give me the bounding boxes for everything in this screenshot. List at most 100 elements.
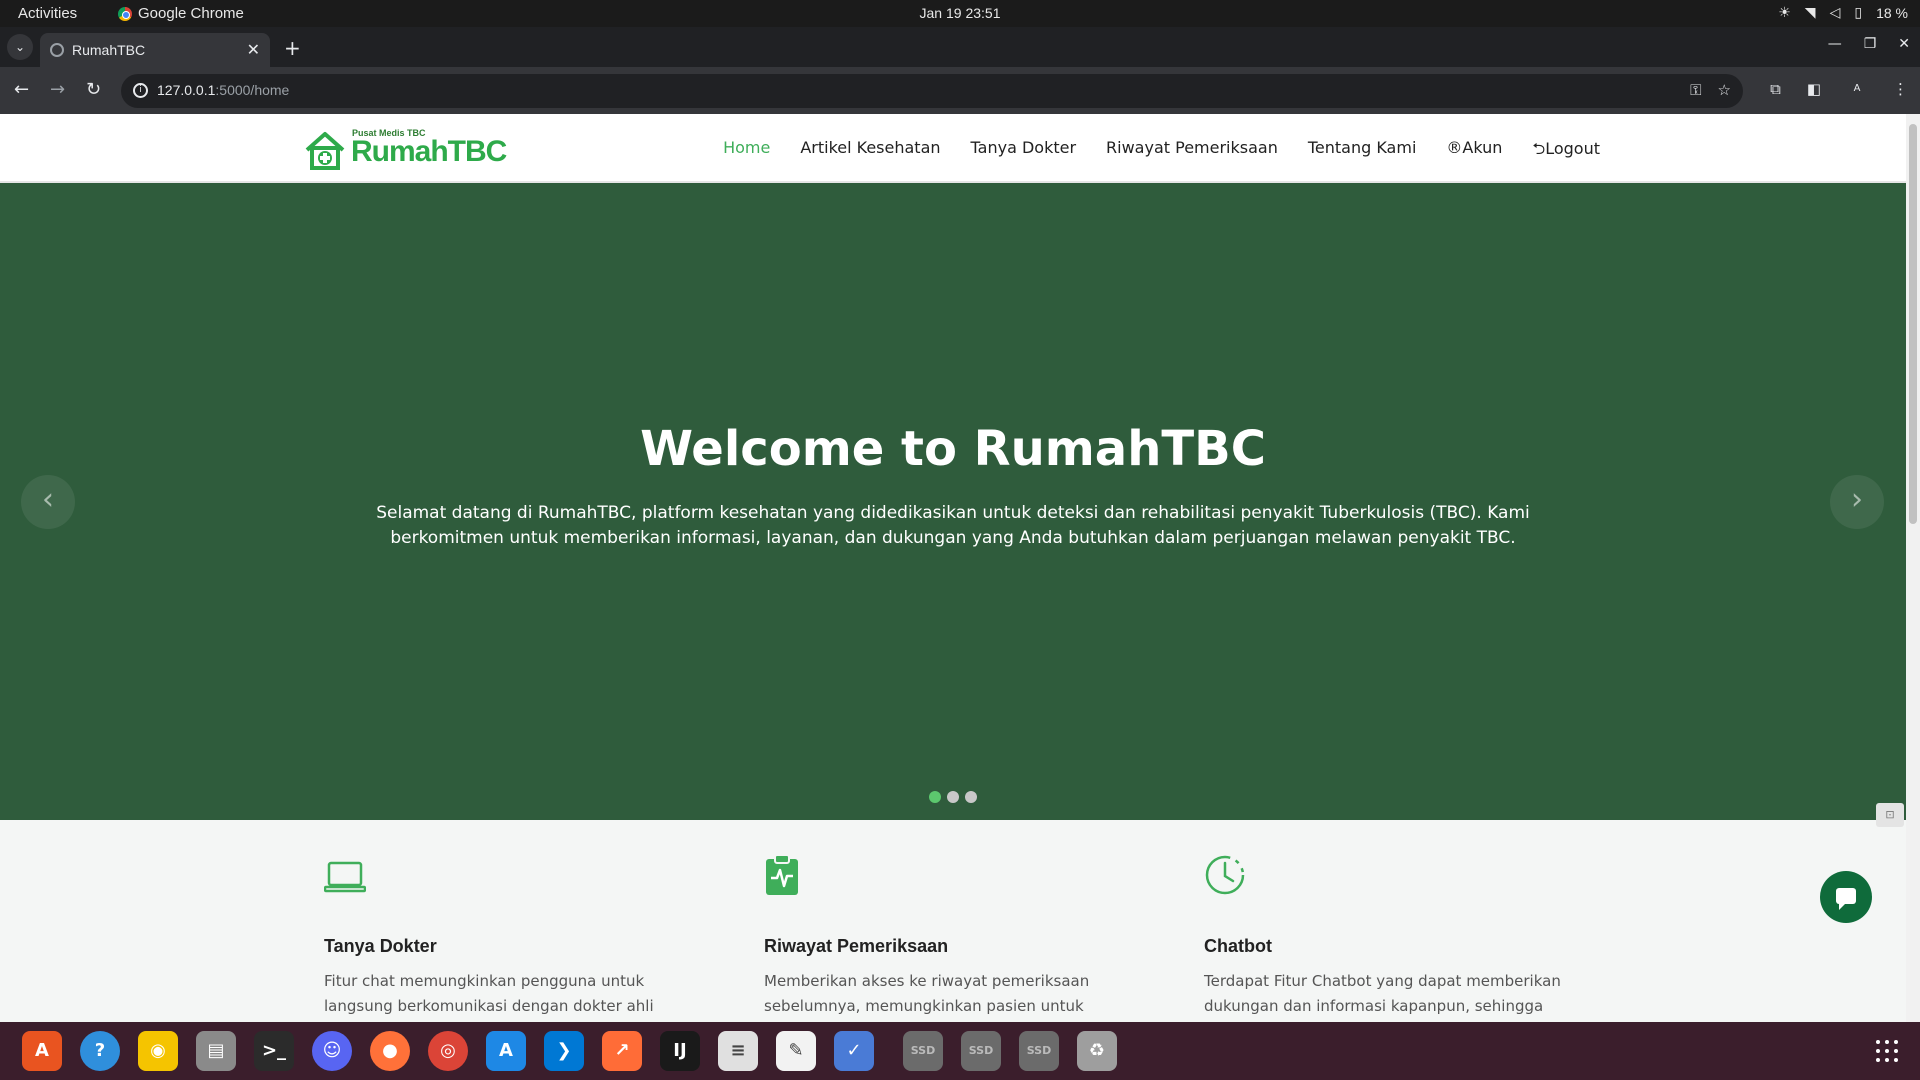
house-cross-icon [305, 132, 345, 170]
bookmark-star-icon[interactable]: ☆ [1718, 81, 1731, 99]
close-tab-icon[interactable]: ✕ [247, 40, 260, 60]
chat-bubble-icon [1836, 888, 1856, 910]
apps-grid-dot [1894, 1049, 1898, 1053]
feature-title: Riwayat Pemeriksaan [764, 936, 949, 956]
features-section: Tanya Dokter Fitur chat memungkinkan pen… [0, 820, 1906, 1022]
carousel-dot-1[interactable] [929, 791, 941, 803]
chat-button[interactable] [1820, 871, 1872, 923]
nav-about[interactable]: Tentang Kami [1308, 138, 1417, 165]
rhythmbox-icon[interactable]: ◉ [138, 1031, 178, 1071]
trash-icon[interactable]: ♻ [1077, 1031, 1117, 1071]
wifi-icon: ◥ [1804, 4, 1816, 20]
apps-grid-dot [1876, 1049, 1880, 1053]
site-header: Pusat Medis TBC RumahTBC Home Artikel Ke… [0, 114, 1906, 183]
new-tab-button[interactable]: + [284, 36, 301, 60]
apps-grid-dot [1876, 1058, 1880, 1062]
nav-ask-doctor[interactable]: Tanya Dokter [971, 138, 1077, 165]
feature-title: Chatbot [1204, 936, 1272, 956]
apps-grid-dot [1885, 1040, 1889, 1044]
feature-title: Tanya Dokter [324, 936, 437, 956]
profile-avatar[interactable]: A [1847, 79, 1867, 99]
clock-icon [1205, 855, 1245, 895]
nav-logout[interactable]: ⮌Logout [1532, 138, 1600, 165]
laptop-icon [324, 861, 366, 893]
close-window-icon[interactable]: ✕ [1898, 36, 1910, 52]
show-apps-icon[interactable] [1876, 1040, 1898, 1062]
text-editor-icon[interactable]: ✎ [776, 1031, 816, 1071]
feature-text: Memberikan akses ke riwayat pemeriksaan … [764, 972, 1090, 1015]
logo-brand: RumahTBC [351, 135, 507, 168]
battery-level: 18 % [1876, 4, 1908, 21]
url-path: :5000/home [215, 82, 290, 98]
key-icon[interactable]: ⚿ [1690, 81, 1701, 99]
brightness-icon: ☀ [1778, 4, 1791, 20]
url-host: 127.0.0.1 [157, 82, 216, 98]
terminal-icon[interactable]: >_ [254, 1031, 294, 1071]
clock[interactable]: Jan 19 23:51 [0, 5, 1920, 21]
apps-grid-dot [1876, 1040, 1880, 1044]
chrome-icon[interactable]: ◎ [428, 1031, 468, 1071]
clipboard-pulse-icon [766, 854, 798, 895]
window-controls: — ❐ ✕ [1828, 36, 1910, 52]
hero-title: Welcome to RumahTBC [640, 421, 1266, 477]
page-scrollbar[interactable] [1906, 114, 1920, 1022]
feature-text: Fitur chat memungkinkan pengguna untuk l… [324, 972, 654, 1015]
side-widget-icon[interactable]: ⊡ [1876, 803, 1904, 827]
globe-icon [50, 43, 64, 57]
extensions-icon[interactable]: ⧉ [1770, 80, 1781, 98]
reload-icon[interactable]: ↻ [86, 79, 101, 100]
more-menu-icon[interactable]: ⋮ [1893, 80, 1908, 98]
carousel-dot-3[interactable] [965, 791, 977, 803]
ssd-drive-icon-1[interactable]: SSD [903, 1031, 943, 1071]
carousel-next-button[interactable]: › [1830, 475, 1884, 529]
postman-icon[interactable]: ↗ [602, 1031, 642, 1071]
nav-articles[interactable]: Artikel Kesehatan [800, 138, 940, 165]
carousel-prev-button[interactable]: ‹ [21, 475, 75, 529]
side-panel-icon[interactable]: ◧ [1807, 80, 1821, 98]
forward-icon[interactable]: → [50, 79, 65, 100]
tab-rumahtbc[interactable]: RumahTBC ✕ [40, 33, 270, 67]
toolbar-actions: ⧉ ◧ A ⋮ [1770, 79, 1908, 99]
apps-grid-dot [1894, 1058, 1898, 1062]
site-logo[interactable]: Pusat Medis TBC RumahTBC [303, 126, 507, 174]
back-icon[interactable]: ← [14, 79, 29, 100]
page-viewport: Pusat Medis TBC RumahTBC Home Artikel Ke… [0, 114, 1920, 1022]
site-info-icon[interactable]: i [133, 83, 148, 98]
intellij-icon[interactable]: IJ [660, 1031, 700, 1071]
ssd-drive-icon-3[interactable]: SSD [1019, 1031, 1059, 1071]
hero-carousel: ‹ Welcome to RumahTBC Selamat datang di … [0, 183, 1906, 820]
address-bar[interactable]: i 127.0.0.1:5000/home ⚿ ☆ [121, 74, 1743, 108]
ssd-drive-icon-2[interactable]: SSD [961, 1031, 1001, 1071]
apps-grid-dot [1885, 1058, 1889, 1062]
feature-text: Terdapat Fitur Chatbot yang dapat member… [1204, 972, 1561, 1015]
omnibox-actions: ⚿ ☆ [1690, 81, 1731, 99]
apps-grid-dot [1885, 1049, 1889, 1053]
nav-account[interactable]: ®Akun [1446, 138, 1502, 165]
discord-icon[interactable]: ☺ [312, 1031, 352, 1071]
system-tray[interactable]: ☀ ◥ ◁ ▯ 18 % [1778, 4, 1908, 21]
nav-home[interactable]: Home [723, 138, 770, 165]
tab-title: RumahTBC [72, 42, 146, 58]
hero-text: Selamat datang di RumahTBC, platform kes… [376, 503, 1530, 548]
carousel-indicators [929, 791, 977, 803]
minimize-icon[interactable]: — [1828, 36, 1842, 52]
tab-search-button[interactable]: ⌄ [7, 34, 33, 60]
tab-strip: ⌄ RumahTBC ✕ + — ❐ ✕ [0, 27, 1920, 67]
firefox-icon[interactable]: ● [370, 1031, 410, 1071]
scrollbar-thumb[interactable] [1909, 124, 1917, 524]
document-viewer-icon[interactable]: ≡ [718, 1031, 758, 1071]
app-store-icon[interactable]: A [486, 1031, 526, 1071]
volume-icon: ◁ [1829, 4, 1841, 20]
vscode-icon[interactable]: ❯ [544, 1031, 584, 1071]
restore-icon[interactable]: ❐ [1864, 36, 1877, 52]
url-text[interactable]: 127.0.0.1:5000/home [157, 82, 289, 98]
system-top-bar: Activities Google Chrome Jan 19 23:51 ☀ … [0, 0, 1920, 27]
app-center-icon[interactable]: A [22, 1031, 62, 1071]
files-icon[interactable]: ▤ [196, 1031, 236, 1071]
apps-grid-dot [1894, 1040, 1898, 1044]
carousel-dot-2[interactable] [947, 791, 959, 803]
todo-icon[interactable]: ✓ [834, 1031, 874, 1071]
help-icon[interactable]: ? [80, 1031, 120, 1071]
battery-icon: ▯ [1854, 4, 1863, 20]
nav-history[interactable]: Riwayat Pemeriksaan [1106, 138, 1278, 165]
